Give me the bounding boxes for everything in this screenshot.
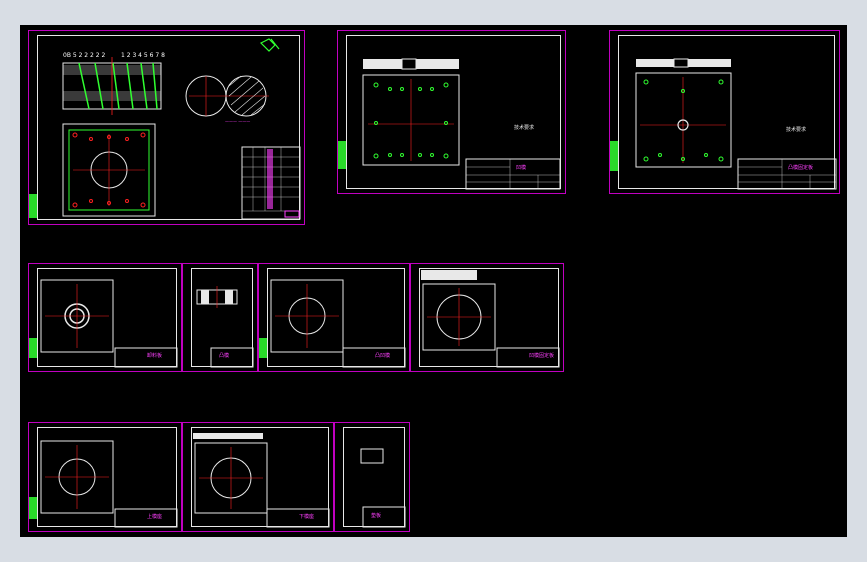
assembly-geometry: ——— ——— bbox=[62, 38, 301, 220]
sheet-die[interactable]: 技术要求 凹模 bbox=[337, 30, 566, 194]
sheet-stripper[interactable]: 卸料板 bbox=[28, 263, 182, 372]
svg-text:——— ———: ——— ——— bbox=[225, 119, 250, 124]
tech-note: 技术要求 bbox=[514, 125, 535, 131]
sheet-assembly[interactable]: 0B 5 2 2 2 2 2 1 2 3 4 5 6 7 8 ——— ——— bbox=[28, 30, 305, 225]
sheet-punch-plate[interactable]: 技术要求 凸模固定板 bbox=[609, 30, 840, 194]
part-title: 凸模固定板 bbox=[788, 165, 814, 171]
die-geometry bbox=[362, 58, 561, 190]
part-title: 凹模 bbox=[516, 165, 527, 171]
part-title: 卸料板 bbox=[147, 353, 163, 359]
part-title: 凸模 bbox=[219, 353, 230, 359]
sheet-upper-base[interactable]: 上模座 bbox=[28, 422, 182, 532]
part-title: 凹模固定板 bbox=[529, 353, 555, 359]
sheet-punch[interactable]: 凸模 bbox=[182, 263, 258, 372]
sheet-punch-die[interactable]: 凸凹模 bbox=[258, 263, 410, 372]
tech-note: 技术要求 bbox=[786, 127, 807, 133]
part-title: 下模座 bbox=[299, 514, 315, 520]
sheet-lower-base[interactable]: 下模座 bbox=[182, 422, 334, 532]
part-title: 凸凹模 bbox=[375, 353, 391, 359]
part-title: 垫板 bbox=[371, 513, 382, 519]
part-title: 上模座 bbox=[147, 514, 163, 520]
sheet-die-plate[interactable]: 凹模固定板 bbox=[410, 263, 564, 372]
sheet-backing-plate[interactable]: 垫板 bbox=[334, 422, 410, 532]
drawing-canvas[interactable]: 0B 5 2 2 2 2 2 1 2 3 4 5 6 7 8 ——— ——— 技… bbox=[20, 25, 847, 537]
